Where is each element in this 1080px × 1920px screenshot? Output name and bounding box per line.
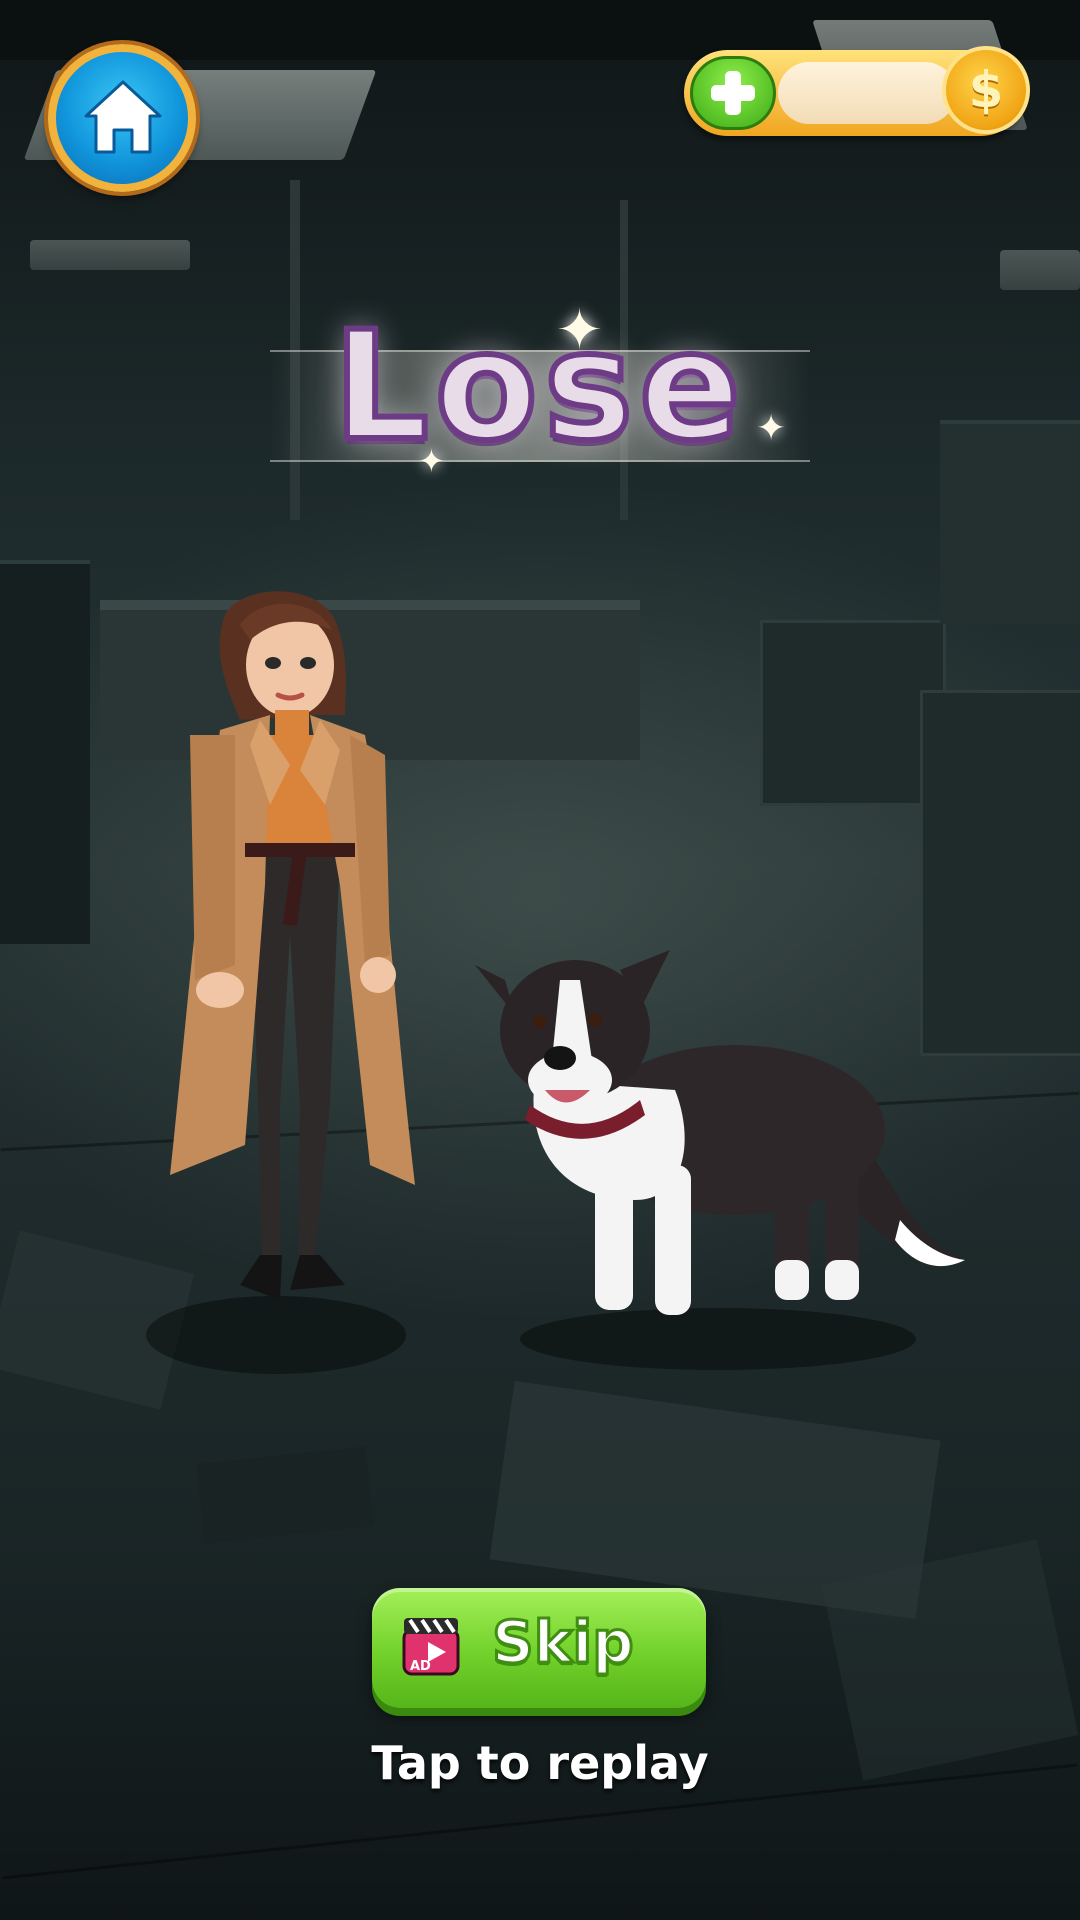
home-button[interactable] bbox=[48, 44, 196, 192]
coin-counter: $ bbox=[684, 46, 1030, 136]
cabinet bbox=[760, 620, 946, 806]
result-title: Lose bbox=[330, 297, 747, 477]
tap-to-replay[interactable]: Tap to replay bbox=[0, 1736, 1080, 1790]
plus-icon bbox=[711, 71, 755, 115]
dollar-coin-icon: $ bbox=[942, 46, 1030, 134]
coin-symbol: $ bbox=[968, 61, 1004, 119]
sparkle-icon: ✦ bbox=[418, 442, 445, 480]
wall-light bbox=[30, 240, 190, 270]
detective-woman bbox=[170, 591, 415, 1300]
sparkle-icon: ✦ bbox=[556, 298, 603, 363]
sparkle-icon: ✦ bbox=[756, 408, 787, 449]
left-cabinet bbox=[0, 560, 90, 944]
skip-label: Skip bbox=[491, 1607, 636, 1678]
floor-debris bbox=[196, 1446, 374, 1544]
border-collie-dog bbox=[475, 950, 965, 1315]
coin-amount bbox=[778, 62, 956, 124]
video-ad-icon: AD bbox=[402, 1618, 460, 1676]
ad-badge: AD bbox=[410, 1659, 431, 1674]
skip-button[interactable]: AD Skip bbox=[372, 1588, 706, 1708]
home-icon bbox=[84, 80, 162, 154]
wall-light-right bbox=[1000, 250, 1080, 290]
add-coins-button[interactable] bbox=[690, 56, 776, 130]
